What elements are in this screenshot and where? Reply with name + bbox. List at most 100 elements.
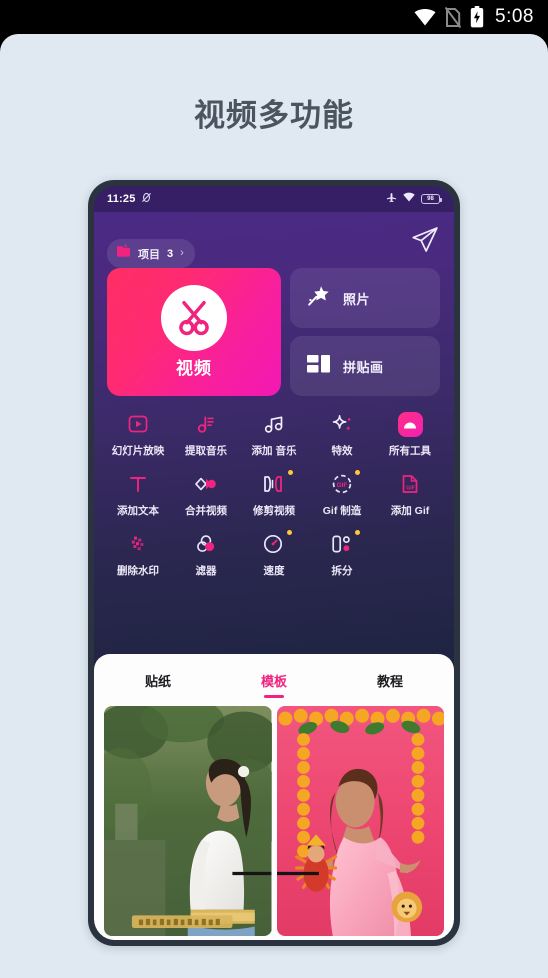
chevron-right-icon: › bbox=[180, 247, 184, 259]
tool-label: 删除水印 bbox=[117, 565, 159, 577]
os-status-bar: 5:08 bbox=[0, 0, 548, 34]
remove-watermark-icon bbox=[127, 532, 149, 556]
tool-label: Gif 制造 bbox=[322, 505, 362, 517]
tool-slot-empty bbox=[376, 532, 444, 578]
tool-label: 合并视频 bbox=[185, 505, 227, 517]
new-badge-dot bbox=[288, 470, 293, 475]
collage-card-label: 拼贴画 bbox=[343, 359, 384, 375]
project-folder-icon bbox=[116, 244, 131, 263]
template-pink-saree-marigold[interactable] bbox=[276, 706, 444, 937]
video-card-button[interactable]: 视频 bbox=[107, 268, 281, 396]
tool-all-tools[interactable]: 所有工具 bbox=[376, 411, 444, 458]
tool-speed[interactable]: 速度 bbox=[240, 530, 308, 578]
text-t-icon bbox=[127, 472, 149, 496]
extract-music-icon bbox=[195, 412, 217, 436]
wifi-icon bbox=[414, 8, 436, 26]
app-header: 项目 3 › bbox=[94, 212, 454, 268]
tool-label: 添加文本 bbox=[117, 505, 159, 517]
tool-label: 幻灯片放映 bbox=[111, 445, 165, 457]
phone-nav-bar bbox=[94, 936, 454, 940]
phone-battery-icon: 98 bbox=[421, 194, 442, 204]
all-tools-icon bbox=[397, 411, 423, 437]
project-label: 项目 bbox=[138, 248, 160, 261]
tab-tutorials[interactable]: 教程 bbox=[332, 671, 448, 698]
project-chip-button[interactable]: 项目 3 › bbox=[107, 239, 195, 268]
tool-extract-music[interactable]: 提取音乐 bbox=[172, 412, 240, 458]
tools-row: 删除水印 滤器 速度 拆分 bbox=[104, 530, 444, 578]
phone-screen: 11:25 98 项目 3 › 视频 照片 拼贴画 幻灯片放映 提取音乐 添加 … bbox=[94, 186, 454, 940]
collage-card-button[interactable]: 拼贴画 bbox=[290, 336, 440, 396]
sim-off-icon bbox=[445, 6, 462, 28]
trim-video-icon bbox=[261, 470, 293, 496]
do-not-disturb-icon bbox=[141, 190, 152, 208]
svg-text:GIF: GIF bbox=[337, 482, 348, 489]
speed-gauge-icon bbox=[262, 530, 292, 556]
battery-charging-icon bbox=[470, 6, 484, 28]
add-music-note-icon bbox=[263, 412, 285, 436]
tool-label: 拆分 bbox=[331, 565, 353, 577]
tab-stickers[interactable]: 贴纸 bbox=[100, 671, 216, 698]
slideshow-play-icon bbox=[127, 412, 149, 436]
tool-slideshow[interactable]: 幻灯片放映 bbox=[104, 412, 172, 458]
merge-video-icon bbox=[194, 472, 218, 496]
filter-circles-icon bbox=[194, 532, 218, 556]
tool-label: 添加 音乐 bbox=[251, 445, 297, 457]
wifi-icon bbox=[403, 190, 415, 208]
page-title: 视频多功能 bbox=[194, 98, 354, 133]
split-icon bbox=[330, 530, 360, 556]
new-badge-dot bbox=[355, 530, 360, 535]
svg-text:GIF: GIF bbox=[406, 485, 415, 491]
tool-gif-make[interactable]: GIF Gif 制造 bbox=[308, 470, 376, 518]
sheet-tabs: 贴纸 模板 教程 bbox=[94, 661, 454, 698]
tool-add-music[interactable]: 添加 音乐 bbox=[240, 412, 308, 458]
magic-wand-icon bbox=[306, 283, 332, 314]
tools-row: 添加文本 合并视频 修剪视频 GIF Gif 制造 GIF 添加 Gif bbox=[104, 470, 444, 518]
tab-label: 教程 bbox=[376, 674, 403, 689]
airplane-mode-icon bbox=[386, 190, 397, 208]
tool-add-text[interactable]: 添加文本 bbox=[104, 472, 172, 518]
tool-filter[interactable]: 滤器 bbox=[172, 532, 240, 578]
page-container: 视频多功能 11:25 98 项目 3 › 视频 照片 拼贴画 幻灯片放映 提取… bbox=[0, 34, 548, 978]
tool-trim-video[interactable]: 修剪视频 bbox=[240, 470, 308, 518]
template-thumbnail-list bbox=[94, 698, 454, 937]
phone-status-left: 11:25 bbox=[107, 190, 152, 208]
new-badge-dot bbox=[355, 470, 360, 475]
tool-add-gif[interactable]: GIF 添加 Gif bbox=[376, 472, 444, 518]
sparkle-effects-icon bbox=[331, 412, 353, 436]
tools-row: 幻灯片放映 提取音乐 添加 音乐 特效 所有工具 bbox=[104, 411, 444, 458]
tool-remove-watermark[interactable]: 删除水印 bbox=[104, 532, 172, 578]
photo-card-button[interactable]: 照片 bbox=[290, 268, 440, 328]
photo-card-label: 照片 bbox=[343, 291, 371, 307]
phone-clock: 11:25 bbox=[107, 193, 136, 205]
video-card-label: 视频 bbox=[176, 359, 212, 378]
tool-label: 特效 bbox=[331, 445, 353, 457]
scissors-icon bbox=[161, 285, 227, 351]
add-gif-icon: GIF bbox=[399, 472, 421, 496]
tool-label: 提取音乐 bbox=[185, 445, 227, 457]
tool-label: 速度 bbox=[263, 565, 285, 577]
gif-make-icon: GIF bbox=[330, 470, 360, 496]
phone-mockup-frame: 11:25 98 项目 3 › 视频 照片 拼贴画 幻灯片放映 提取音乐 添加 … bbox=[88, 180, 460, 946]
bottom-sheet: 贴纸 模板 教程 bbox=[94, 654, 454, 940]
phone-battery-level: 98 bbox=[427, 196, 434, 202]
project-count: 3 bbox=[167, 247, 174, 260]
tool-label: 所有工具 bbox=[389, 445, 431, 457]
tab-label: 贴纸 bbox=[144, 674, 171, 689]
tool-merge-video[interactable]: 合并视频 bbox=[172, 472, 240, 518]
phone-status-right: 98 bbox=[386, 190, 442, 208]
tab-label: 模板 bbox=[260, 674, 287, 689]
os-clock: 5:08 bbox=[495, 6, 534, 27]
tool-split[interactable]: 拆分 bbox=[308, 530, 376, 578]
tool-effects[interactable]: 特效 bbox=[308, 412, 376, 458]
secondary-cards: 照片 拼贴画 bbox=[290, 268, 440, 396]
tab-templates[interactable]: 模板 bbox=[216, 671, 332, 698]
template-garden-portrait[interactable] bbox=[104, 706, 272, 937]
primary-action-cards: 视频 照片 拼贴画 bbox=[94, 266, 454, 396]
tool-label: 滤器 bbox=[195, 565, 217, 577]
tools-grid: 幻灯片放映 提取音乐 添加 音乐 特效 所有工具 添加文本 合并视频 修剪视频 … bbox=[94, 396, 454, 646]
tool-label: 修剪视频 bbox=[253, 505, 295, 517]
phone-status-bar: 11:25 98 bbox=[94, 186, 454, 212]
send-plane-icon[interactable] bbox=[410, 225, 440, 260]
new-badge-dot bbox=[287, 530, 292, 535]
collage-grid-icon bbox=[306, 352, 332, 381]
